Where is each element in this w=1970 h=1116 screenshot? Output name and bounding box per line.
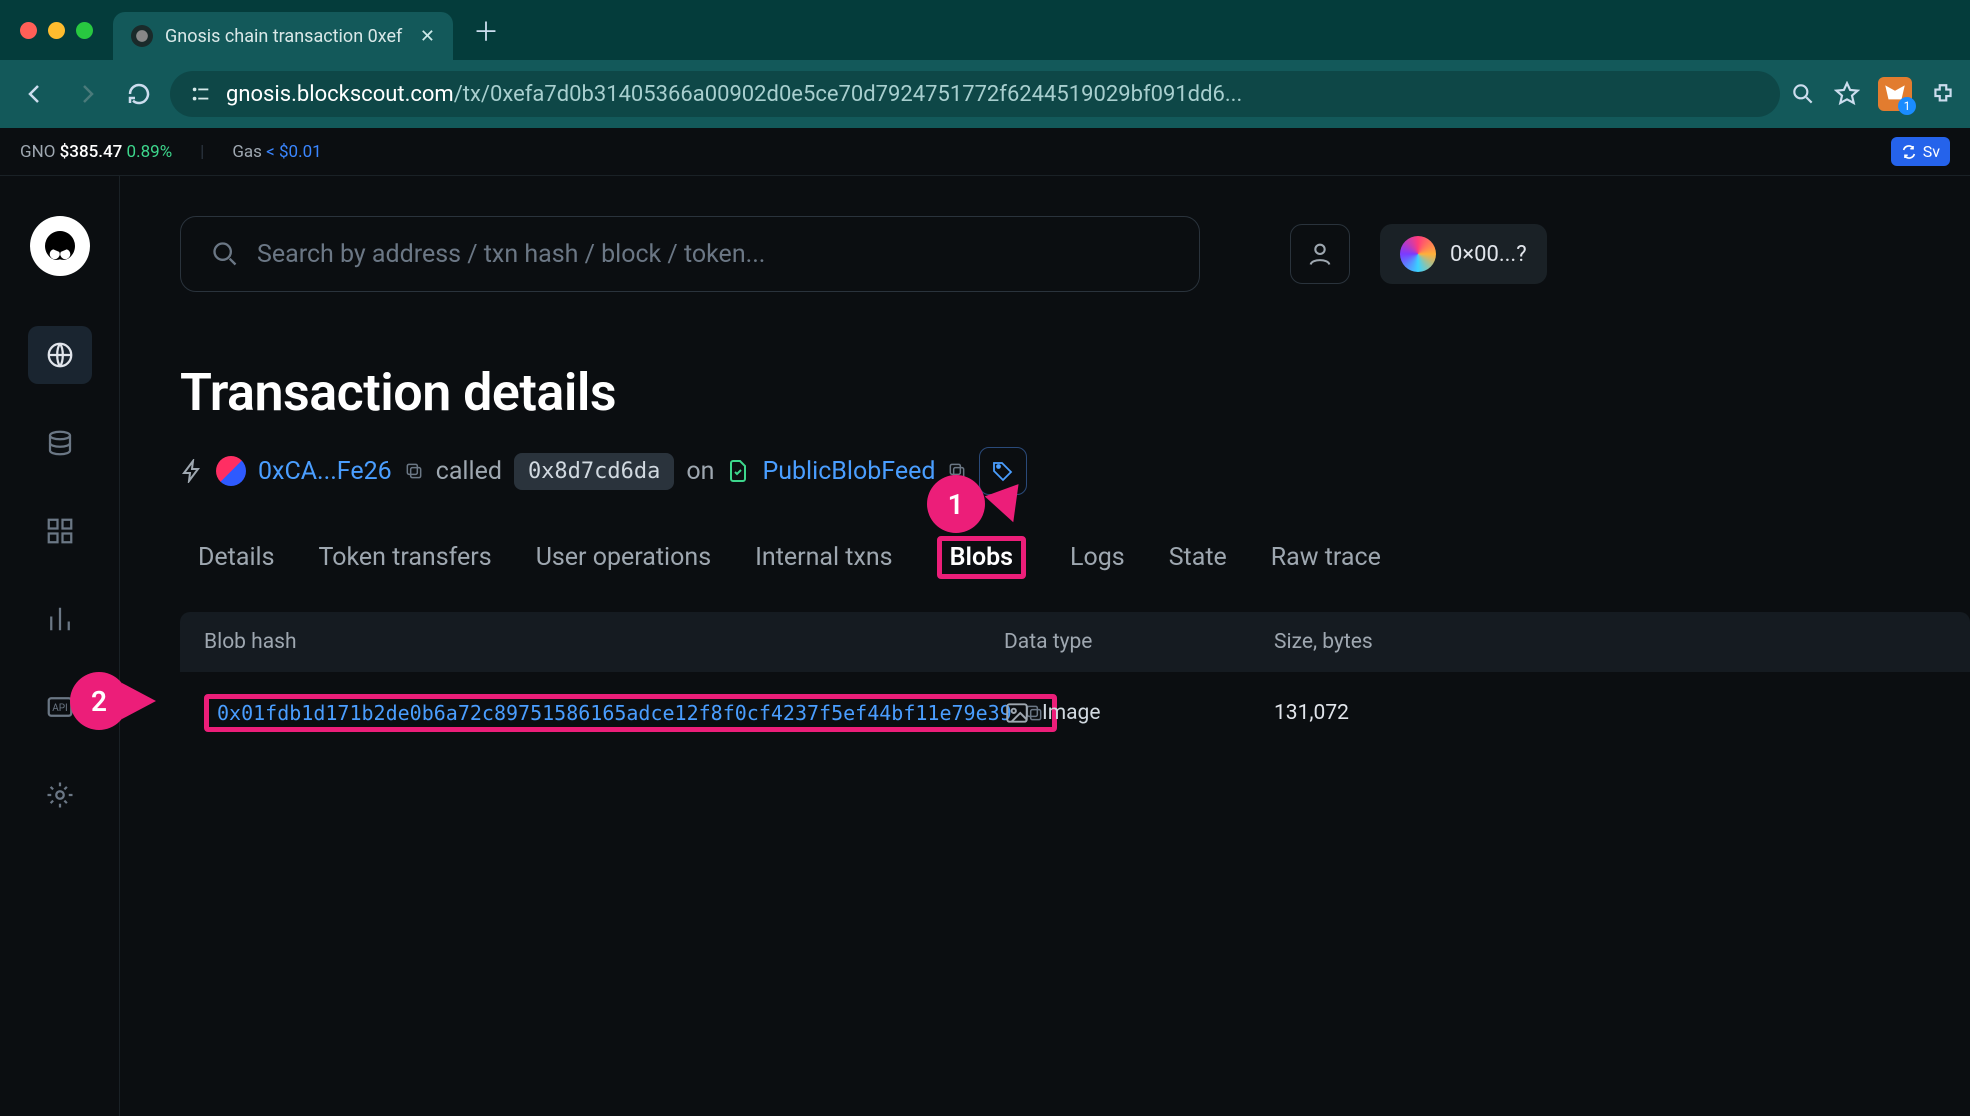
sidebar-item-explorer[interactable] <box>28 326 92 384</box>
image-type-icon <box>1004 700 1030 726</box>
url-bar[interactable]: gnosis.blockscout.com/tx/0xefa7d0b314053… <box>170 71 1780 117</box>
gas-price: Gas < $0.01 <box>232 142 321 162</box>
bookmark-star-icon[interactable] <box>1834 81 1860 107</box>
sidebar-item-stats[interactable] <box>28 590 92 648</box>
tab-user-operations[interactable]: User operations <box>536 543 711 572</box>
browser-tab-active[interactable]: Gnosis chain transaction 0xef ✕ <box>113 12 453 60</box>
nav-reload-button[interactable] <box>118 73 160 115</box>
browser-toolbar: gnosis.blockscout.com/tx/0xefa7d0b314053… <box>0 60 1970 128</box>
search-input[interactable]: Search by address / txn hash / block / t… <box>180 216 1200 292</box>
search-in-page-icon[interactable] <box>1790 81 1816 107</box>
extension-metamask-icon[interactable]: 1 <box>1878 77 1912 111</box>
blobs-table: Blob hash Data type Size, bytes 2 0x01fd… <box>180 612 1970 754</box>
sidebar-item-settings[interactable] <box>28 766 92 824</box>
size-value: 131,072 <box>1274 701 1946 725</box>
tab-title: Gnosis chain transaction 0xef <box>165 26 402 47</box>
url-path: /tx/0xefa7d0b31405366a00902d0e5ce70d7924… <box>454 82 1243 107</box>
url-host: gnosis.blockscout.com <box>226 82 454 107</box>
token-price: GNO $385.47 0.89% <box>20 142 172 162</box>
extension-badge: 1 <box>1898 97 1916 115</box>
annotation-2: 2 <box>70 672 128 730</box>
tab-logs[interactable]: Logs <box>1070 543 1125 572</box>
verified-contract-icon <box>726 459 750 483</box>
table-header-row: Blob hash Data type Size, bytes <box>180 612 1970 672</box>
window-controls <box>0 22 113 39</box>
site-settings-icon[interactable] <box>190 83 212 105</box>
data-type-value: Image <box>1042 701 1100 725</box>
lightning-icon <box>180 459 204 483</box>
tx-subtitle: 0xCA...Fe26 called 0x8d7cd6da on PublicB… <box>180 447 1970 495</box>
app-shell: API Search by address / txn hash / block… <box>0 176 1970 1116</box>
search-icon <box>211 240 239 268</box>
nav-back-button[interactable] <box>14 73 56 115</box>
sidebar-item-tokens[interactable] <box>28 414 92 472</box>
tab-raw-trace[interactable]: Raw trace <box>1271 543 1381 572</box>
annotation-1: 1 <box>927 475 985 533</box>
info-bar: GNO $385.47 0.89% | Gas < $0.01 Sv <box>0 128 1970 176</box>
on-label: on <box>686 457 714 486</box>
col-data-type: Data type <box>1004 630 1274 654</box>
main-content: Search by address / txn hash / block / t… <box>120 176 1970 1116</box>
window-maximize[interactable] <box>76 22 93 39</box>
window-minimize[interactable] <box>48 22 65 39</box>
method-pill: 0x8d7cd6da <box>514 453 674 490</box>
profile-button[interactable] <box>1290 224 1350 284</box>
tabs: Details Token transfers User operations … <box>180 543 1970 572</box>
tab-details[interactable]: Details <box>198 543 275 572</box>
contract-link[interactable]: PublicBlobFeed <box>762 457 935 486</box>
wallet-button[interactable]: 0×00...? <box>1380 224 1547 284</box>
tab-token-transfers[interactable]: Token transfers <box>319 543 492 572</box>
tab-blobs[interactable]: Blobs <box>937 536 1026 579</box>
sidebar-item-apps[interactable] <box>28 502 92 560</box>
tab-favicon <box>131 25 153 47</box>
tab-state[interactable]: State <box>1169 543 1227 572</box>
tab-internal-txns[interactable]: Internal txns <box>755 543 893 572</box>
extensions-icon[interactable] <box>1930 80 1956 109</box>
nav-forward-button[interactable] <box>66 73 108 115</box>
toolbar-actions: 1 <box>1790 77 1956 111</box>
called-label: called <box>436 457 502 486</box>
topbar: Search by address / txn hash / block / t… <box>180 216 1970 292</box>
col-blob-hash: Blob hash <box>204 630 1004 654</box>
search-placeholder: Search by address / txn hash / block / t… <box>257 240 765 269</box>
table-row: 2 0x01fdb1d171b2de0b6a72c89751586165adce… <box>180 672 1970 754</box>
from-address-link[interactable]: 0xCA...Fe26 <box>258 457 392 486</box>
blob-hash-link[interactable]: 0x01fdb1d171b2de0b6a72c89751586165adce12… <box>217 701 1012 725</box>
browser-tabs: Gnosis chain transaction 0xef ✕ ＋ <box>113 0 519 60</box>
copy-from-icon[interactable] <box>404 461 424 481</box>
col-size: Size, bytes <box>1274 630 1946 654</box>
page-title: Transaction details <box>180 362 1970 423</box>
gnosis-logo[interactable] <box>30 216 90 276</box>
swap-button[interactable]: Sv <box>1891 137 1950 166</box>
tab-close-icon[interactable]: ✕ <box>420 26 435 47</box>
svg-text:API: API <box>52 703 68 714</box>
browser-chrome: Gnosis chain transaction 0xef ✕ ＋ <box>0 0 1970 60</box>
wallet-address-short: 0×00...? <box>1450 242 1527 267</box>
from-avatar-icon <box>216 456 246 486</box>
wallet-avatar-icon <box>1400 236 1436 272</box>
window-close[interactable] <box>20 22 37 39</box>
sidebar: API <box>0 176 120 1116</box>
new-tab-button[interactable]: ＋ <box>453 12 519 49</box>
